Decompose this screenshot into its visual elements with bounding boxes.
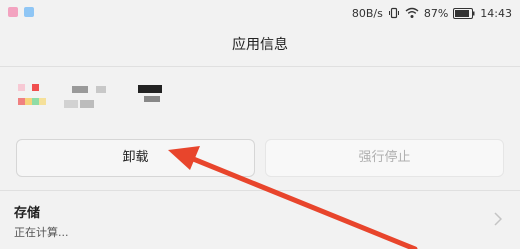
storage-subtitle: 正在计算... [14, 226, 69, 239]
storage-row[interactable]: 存储 正在计算... [0, 192, 520, 249]
clock: 14:43 [480, 6, 512, 20]
page-title: 应用信息 [232, 37, 288, 53]
vibrate-icon [388, 7, 400, 19]
app-header [0, 67, 520, 127]
notification-pink-icon [8, 7, 18, 17]
redacted-app-version [138, 85, 162, 93]
uninstall-button[interactable]: 卸载 [16, 139, 255, 177]
redacted-app-name [80, 100, 94, 108]
storage-title: 存储 [14, 206, 41, 221]
redacted-app-name [72, 86, 88, 93]
pixelated-app-icon [18, 84, 48, 114]
status-indicators: 80B/s 87% 14:43 [352, 5, 512, 21]
battery-icon [453, 7, 475, 19]
section-divider [0, 190, 520, 191]
net-speed: 80B/s [351, 6, 383, 20]
redacted-app-name [96, 86, 106, 93]
status-bar: 80B/s 87% 14:43 [0, 0, 520, 26]
chevron-right-icon [494, 212, 502, 226]
redacted-app-name [64, 100, 78, 108]
force-stop-button[interactable]: 强行停止 [265, 139, 504, 177]
wifi-icon [405, 7, 419, 19]
battery-percent: 87% [423, 6, 449, 20]
redacted-app-version [144, 96, 160, 102]
notification-blue-icon [24, 7, 34, 17]
